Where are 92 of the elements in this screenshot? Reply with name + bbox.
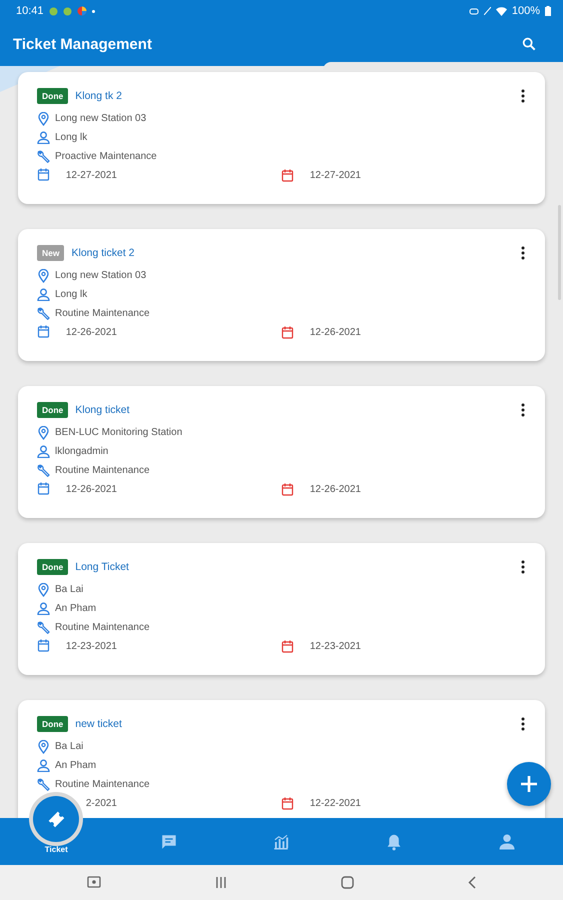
wrench-icon	[37, 778, 50, 791]
maintenance-type: Routine Maintenance	[55, 779, 150, 790]
back-icon	[468, 876, 476, 889]
start-date: 12-27-2021	[64, 170, 117, 181]
calendar-icon	[281, 326, 294, 339]
recent-apps-button[interactable]	[215, 877, 227, 888]
ticket-title[interactable]: Long Ticket	[75, 561, 514, 573]
location-pin-icon	[37, 268, 50, 282]
more-options-icon[interactable]	[521, 717, 525, 731]
status-badge: Done	[37, 402, 68, 418]
maintenance-type: Proactive Maintenance	[55, 151, 157, 162]
more-options-icon[interactable]	[521, 560, 525, 574]
vibrate-icon	[468, 8, 479, 14]
status-badge: New	[37, 245, 64, 261]
wrench-icon	[37, 621, 50, 634]
screen-title: Ticket Management	[13, 36, 153, 52]
ticket-title[interactable]: Klong ticket 2	[71, 247, 514, 259]
plus-icon	[520, 775, 538, 793]
calendar-icon	[37, 324, 50, 338]
ticket-title[interactable]: Klong ticket	[75, 404, 514, 416]
station-name: Long new Station 03	[55, 113, 146, 124]
more-options-icon[interactable]	[521, 403, 525, 417]
notification-dot-icon	[92, 10, 95, 12]
calendar-icon	[37, 168, 50, 180]
status-badge: Done	[37, 559, 68, 575]
battery-icon	[545, 6, 551, 16]
app-notification-icon	[76, 6, 87, 16]
start-date: 12-23-2021	[64, 641, 117, 652]
wrench-icon	[37, 307, 50, 320]
calendar-icon	[281, 483, 294, 496]
location-pin-icon	[37, 112, 50, 126]
more-options-icon[interactable]	[521, 89, 525, 103]
battery-percentage: 100%	[512, 5, 540, 17]
ticket-title[interactable]: new ticket	[75, 718, 514, 730]
status-badge: Done	[37, 716, 68, 732]
assignee-name: An Pham	[55, 760, 96, 771]
ticket-card[interactable]: Done Klong ticket BEN-LUC Monitoring Station lklongadmin Routine Maintenance 12-26-2021 12-26-2021	[18, 386, 545, 518]
start-date: 12-26-2021	[64, 327, 117, 338]
station-name: Ba Lai	[55, 584, 84, 595]
end-date: 12-22-2021	[308, 798, 361, 809]
bell-icon	[386, 832, 402, 850]
back-button[interactable]	[468, 876, 476, 889]
more-options-icon[interactable]	[521, 246, 525, 260]
ticket-card[interactable]: New Klong ticket 2 Long new Station 03 Long lk Routine Maintenance 12-26-2021 12-26-2021	[18, 229, 545, 361]
screenshot-icon	[87, 876, 101, 889]
end-date: 12-26-2021	[308, 484, 361, 495]
maintenance-type: Routine Maintenance	[55, 308, 150, 319]
calendar-icon	[37, 482, 50, 494]
station-name: Ba Lai	[55, 741, 84, 752]
status-badge: Done	[37, 88, 68, 104]
location-pin-icon	[37, 582, 50, 596]
wrench-icon	[37, 150, 50, 163]
person-icon	[37, 759, 50, 772]
status-time: 10:41	[16, 5, 44, 17]
home-icon	[341, 876, 354, 889]
chat-icon	[160, 832, 178, 850]
location-pin-icon	[37, 740, 50, 754]
calendar-icon	[281, 640, 294, 653]
screenshot-button[interactable]	[87, 876, 101, 889]
search-icon[interactable]	[521, 36, 537, 52]
calendar-icon	[281, 797, 294, 810]
end-date: 12-23-2021	[308, 641, 361, 652]
assignee-name: Long lk	[55, 289, 88, 300]
mute-icon	[484, 7, 491, 15]
station-name: Long new Station 03	[55, 270, 146, 281]
ticket-card[interactable]: Done Klong tk 2 Long new Station 03 Long lk Proactive Maintenance 12-27-2021 12-27-2021	[18, 72, 545, 204]
wrench-icon	[37, 464, 50, 477]
station-name: BEN-LUC Monitoring Station	[55, 427, 182, 438]
location-pin-icon	[37, 426, 50, 440]
assignee-name: Long lk	[55, 132, 88, 143]
maintenance-type: Routine Maintenance	[55, 622, 150, 633]
start-date: 12-26-2021	[64, 484, 117, 495]
person-icon	[37, 131, 50, 144]
ticket-card[interactable]: Done Long Ticket Ba Lai An Pham Routine Maintenance 12-23-2021 12-23-2021	[18, 543, 545, 675]
ticket-card[interactable]: Done new ticket Ba Lai An Pham Routine Maintenance 2-2021 12-22-2021	[18, 700, 545, 818]
wifi-icon	[496, 6, 507, 16]
profile-icon	[498, 832, 516, 850]
bar-chart-icon	[272, 832, 290, 850]
start-date: 2-2021	[84, 798, 117, 809]
end-date: 12-26-2021	[308, 327, 361, 338]
maintenance-type: Routine Maintenance	[55, 465, 150, 476]
person-icon	[37, 445, 50, 458]
assignee-name: An Pham	[55, 603, 96, 614]
person-icon	[37, 602, 50, 615]
calendar-icon	[281, 169, 294, 182]
home-button[interactable]	[341, 876, 354, 889]
ticket-title[interactable]: Klong tk 2	[75, 90, 514, 102]
assignee-name: lklongadmin	[55, 446, 108, 457]
person-icon	[37, 288, 50, 301]
calendar-icon	[37, 638, 50, 652]
end-date: 12-27-2021	[308, 170, 361, 181]
recent-apps-icon	[215, 877, 227, 888]
